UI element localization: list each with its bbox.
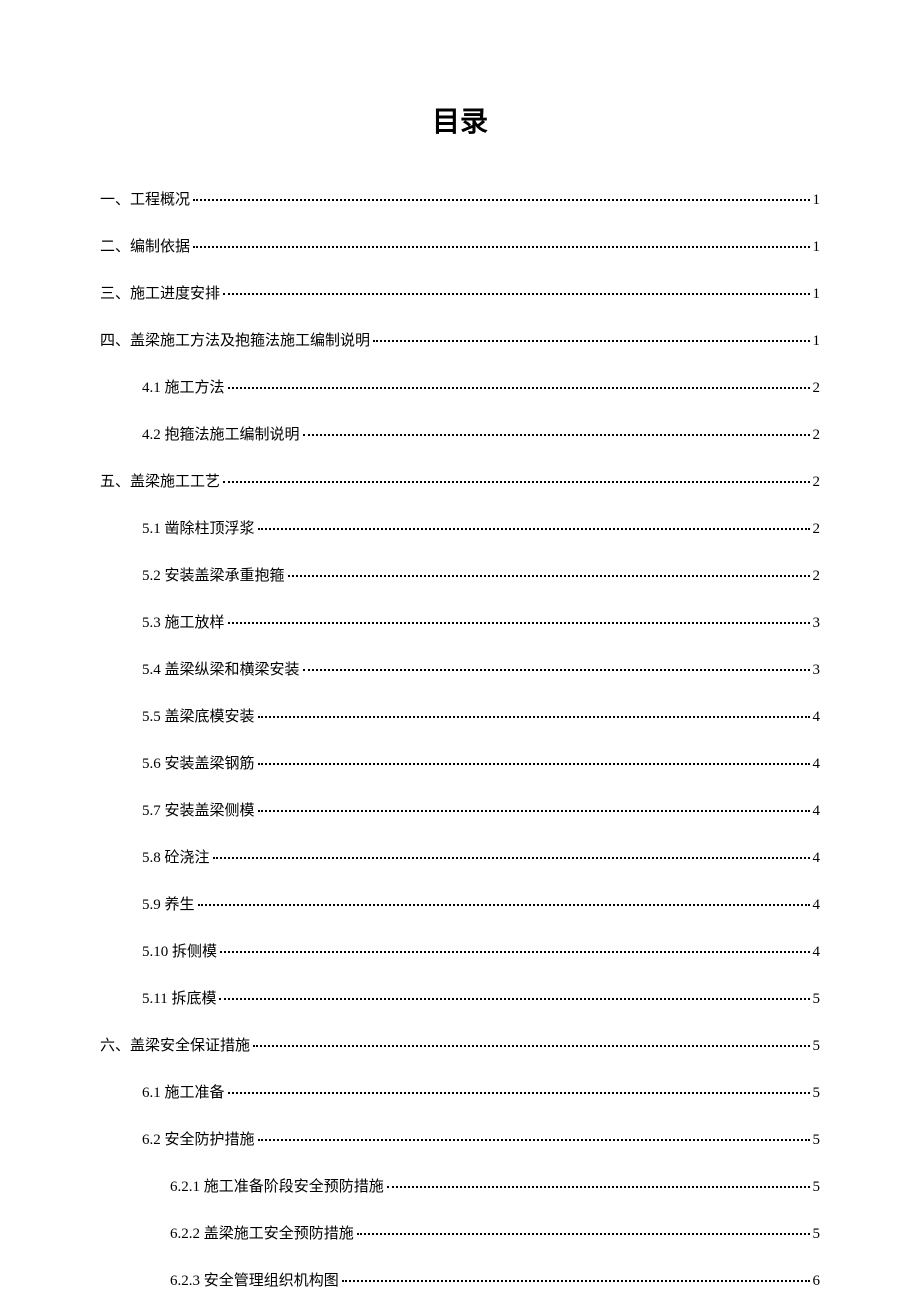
toc-entry-page: 5: [813, 1130, 821, 1151]
toc-entry-page: 4: [813, 942, 821, 963]
toc-leader-dots: [228, 622, 810, 624]
toc-leader-dots: [288, 575, 810, 577]
toc-entry-page: 4: [813, 895, 821, 916]
toc-entry: 5.2 安装盖梁承重抱箍 2: [142, 566, 820, 587]
toc-leader-dots: [198, 904, 810, 906]
toc-entry-page: 5: [813, 1036, 821, 1057]
toc-leader-dots: [213, 857, 810, 859]
toc-entry: 5.8 砼浇注 4: [142, 848, 820, 869]
toc-entry-text: 六、盖梁安全保证措施: [100, 1036, 250, 1057]
toc-entry: 6.2.2 盖梁施工安全预防措施 5: [170, 1224, 820, 1245]
toc-entry-text: 5.9 养生: [142, 895, 195, 916]
toc-entry: 三、施工进度安排 1: [100, 284, 820, 305]
toc-entry-page: 5: [813, 1177, 821, 1198]
toc-entry-page: 4: [813, 848, 821, 869]
toc-entry-page: 2: [813, 472, 821, 493]
toc-entry-text: 5.4 盖梁纵梁和横梁安装: [142, 660, 300, 681]
toc-leader-dots: [193, 199, 809, 201]
toc-entry-page: 5: [813, 989, 821, 1010]
toc-entry-page: 4: [813, 754, 821, 775]
toc-entry: 六、盖梁安全保证措施 5: [100, 1036, 820, 1057]
toc-leader-dots: [357, 1233, 810, 1235]
toc-entry: 二、编制依据 1: [100, 237, 820, 258]
toc-leader-dots: [193, 246, 809, 248]
toc-entry-text: 4.2 抱箍法施工编制说明: [142, 425, 300, 446]
toc-entry-text: 五、盖梁施工工艺: [100, 472, 220, 493]
toc-entry: 5.4 盖梁纵梁和横梁安装 3: [142, 660, 820, 681]
toc-entry-page: 1: [813, 331, 821, 352]
toc-entry: 5.11 拆底模 5: [142, 989, 820, 1010]
toc-entry: 5.9 养生 4: [142, 895, 820, 916]
toc-entry-text: 6.2 安全防护措施: [142, 1130, 255, 1151]
toc-leader-dots: [373, 340, 809, 342]
toc-leader-dots: [258, 810, 810, 812]
toc-entry: 4.2 抱箍法施工编制说明 2: [142, 425, 820, 446]
toc-entry: 一、工程概况 1: [100, 190, 820, 211]
toc-entry-text: 5.8 砼浇注: [142, 848, 210, 869]
toc-entry-text: 5.5 盖梁底模安装: [142, 707, 255, 728]
toc-entry-text: 5.6 安装盖梁钢筋: [142, 754, 255, 775]
toc-entry: 4.1 施工方法 2: [142, 378, 820, 399]
toc-leader-dots: [219, 998, 809, 1000]
toc-entry-page: 3: [813, 660, 821, 681]
toc-entry: 5.1 凿除柱顶浮浆 2: [142, 519, 820, 540]
toc-leader-dots: [228, 1092, 810, 1094]
toc-leader-dots: [258, 528, 810, 530]
toc-entry-text: 四、盖梁施工方法及抱箍法施工编制说明: [100, 331, 370, 352]
toc-entry-page: 3: [813, 613, 821, 634]
toc-entry-page: 2: [813, 425, 821, 446]
toc-entry-text: 6.2.2 盖梁施工安全预防措施: [170, 1224, 354, 1245]
toc-entry-page: 1: [813, 190, 821, 211]
toc-entry-text: 5.10 拆侧模: [142, 942, 217, 963]
toc-leader-dots: [258, 763, 810, 765]
toc-entry-text: 6.2.1 施工准备阶段安全预防措施: [170, 1177, 384, 1198]
toc-entry: 五、盖梁施工工艺 2: [100, 472, 820, 493]
toc-entry-text: 5.7 安装盖梁侧模: [142, 801, 255, 822]
toc-container: 一、工程概况1二、编制依据1三、施工进度安排1四、盖梁施工方法及抱箍法施工编制说…: [100, 190, 820, 1292]
toc-entry-text: 二、编制依据: [100, 237, 190, 258]
toc-entry-text: 6.2.3 安全管理组织机构图: [170, 1271, 339, 1292]
toc-leader-dots: [258, 716, 810, 718]
toc-leader-dots: [258, 1139, 810, 1141]
toc-entry-text: 5.11 拆底模: [142, 989, 216, 1010]
toc-entry-text: 6.1 施工准备: [142, 1083, 225, 1104]
toc-entry-text: 5.3 施工放样: [142, 613, 225, 634]
toc-entry: 5.10 拆侧模 4: [142, 942, 820, 963]
toc-leader-dots: [223, 293, 809, 295]
toc-entry: 四、盖梁施工方法及抱箍法施工编制说明 1: [100, 331, 820, 352]
toc-entry: 6.2 安全防护措施 5: [142, 1130, 820, 1151]
toc-entry-page: 1: [813, 237, 821, 258]
toc-leader-dots: [303, 669, 810, 671]
toc-entry: 5.3 施工放样 3: [142, 613, 820, 634]
toc-entry: 5.6 安装盖梁钢筋 4: [142, 754, 820, 775]
toc-entry-page: 5: [813, 1224, 821, 1245]
toc-leader-dots: [387, 1186, 810, 1188]
toc-entry-page: 5: [813, 1083, 821, 1104]
toc-title: 目录: [100, 100, 820, 140]
toc-entry: 5.7 安装盖梁侧模 4: [142, 801, 820, 822]
toc-leader-dots: [220, 951, 809, 953]
toc-entry-page: 4: [813, 707, 821, 728]
toc-entry-text: 5.1 凿除柱顶浮浆: [142, 519, 255, 540]
toc-entry-text: 三、施工进度安排: [100, 284, 220, 305]
toc-leader-dots: [342, 1280, 810, 1282]
toc-entry-page: 6: [813, 1271, 821, 1292]
toc-entry-page: 2: [813, 566, 821, 587]
toc-leader-dots: [228, 387, 810, 389]
toc-entry: 6.2.1 施工准备阶段安全预防措施 5: [170, 1177, 820, 1198]
toc-leader-dots: [223, 481, 809, 483]
toc-entry-page: 2: [813, 378, 821, 399]
toc-leader-dots: [303, 434, 810, 436]
toc-entry-page: 1: [813, 284, 821, 305]
toc-entry: 5.5 盖梁底模安装 4: [142, 707, 820, 728]
toc-entry-text: 4.1 施工方法: [142, 378, 225, 399]
toc-entry-text: 5.2 安装盖梁承重抱箍: [142, 566, 285, 587]
toc-entry-text: 一、工程概况: [100, 190, 190, 211]
toc-entry-page: 2: [813, 519, 821, 540]
toc-entry-page: 4: [813, 801, 821, 822]
toc-entry: 6.1 施工准备 5: [142, 1083, 820, 1104]
toc-entry: 6.2.3 安全管理组织机构图 6: [170, 1271, 820, 1292]
toc-leader-dots: [253, 1045, 809, 1047]
